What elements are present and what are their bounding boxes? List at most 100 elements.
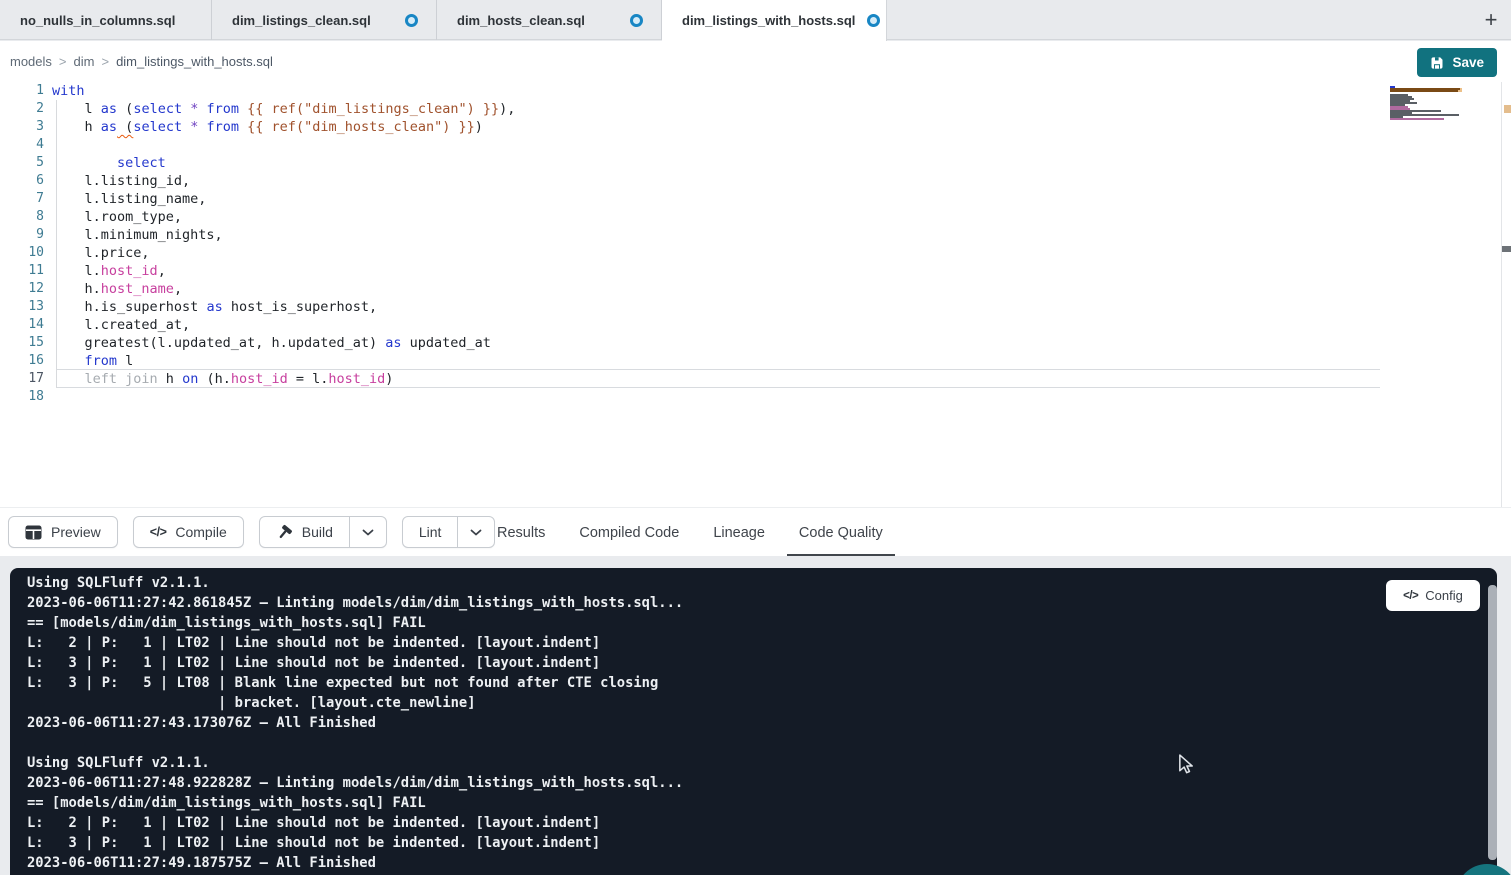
minimap-line	[1390, 120, 1462, 122]
code-line[interactable]: 2 l as (select * from {{ ref("dim_listin…	[0, 100, 1511, 118]
code-editor[interactable]: 1with2 l as (select * from {{ ref("dim_l…	[0, 82, 1511, 507]
gutter-line-number: 8	[0, 208, 44, 226]
gutter-line-number: 16	[0, 352, 44, 370]
breadcrumb-item-dim[interactable]: dim	[74, 54, 95, 69]
editor-scrollbar-track[interactable]	[1501, 82, 1511, 556]
code-text: l.minimum_nights,	[44, 226, 223, 244]
code-line[interactable]: 7 l.listing_name,	[0, 190, 1511, 208]
code-text	[44, 136, 52, 154]
code-line[interactable]: 13 h.is_superhost as host_is_superhost,	[0, 298, 1511, 316]
save-button-label: Save	[1452, 55, 1484, 70]
chevron-down-icon	[470, 529, 482, 536]
tab-results[interactable]: Results	[497, 508, 545, 557]
code-line[interactable]: 18	[0, 388, 1511, 406]
code-line[interactable]: 5 select	[0, 154, 1511, 172]
code-text: h as (select * from {{ ref("dim_hosts_cl…	[44, 118, 483, 136]
save-button[interactable]: Save	[1417, 48, 1497, 77]
lint-split-button: Lint	[402, 516, 496, 548]
tab-no-nulls-in-columns[interactable]: no_nulls_in_columns.sql	[0, 0, 212, 40]
build-split-button: Build	[259, 516, 387, 548]
save-icon	[1430, 56, 1444, 70]
breadcrumb-item-models[interactable]: models	[10, 54, 52, 69]
code-line[interactable]: 17 left join h on (h.host_id = l.host_id…	[0, 370, 1511, 388]
code-line[interactable]: 10 l.price,	[0, 244, 1511, 262]
code-text: with	[44, 82, 85, 100]
new-tab-button[interactable]: +	[1477, 6, 1505, 34]
compile-label: Compile	[175, 524, 226, 540]
config-button[interactable]: </> Config	[1386, 580, 1480, 611]
gutter-line-number: 5	[0, 154, 44, 172]
code-line[interactable]: 1with	[0, 82, 1511, 100]
tab-dim-listings-with-hosts[interactable]: dim_listings_with_hosts.sql	[662, 0, 887, 41]
code-line[interactable]: 12 h.host_name,	[0, 280, 1511, 298]
code-line[interactable]: 16 from l	[0, 352, 1511, 370]
preview-label: Preview	[51, 524, 101, 540]
editor-scrollbar-thumb[interactable]	[1502, 246, 1511, 252]
gutter-line-number: 7	[0, 190, 44, 208]
code-text: l.host_id,	[44, 262, 166, 280]
minimap[interactable]	[1390, 86, 1462, 122]
code-text: left join h on (h.host_id = l.host_id)	[44, 370, 393, 388]
breadcrumb-separator: >	[59, 54, 67, 69]
breadcrumb-item-file: dim_listings_with_hosts.sql	[116, 54, 273, 69]
lint-button[interactable]: Lint	[403, 517, 458, 547]
modified-dot-icon	[405, 14, 418, 27]
terminal-scrollbar-thumb[interactable]	[1488, 585, 1497, 860]
gutter-line-number: 11	[0, 262, 44, 280]
gutter-line-number: 15	[0, 334, 44, 352]
code-line[interactable]: 8 l.room_type,	[0, 208, 1511, 226]
gutter-line-number: 3	[0, 118, 44, 136]
build-label: Build	[302, 524, 333, 540]
tab-label: dim_hosts_clean.sql	[457, 13, 585, 28]
build-button[interactable]: Build	[260, 517, 349, 547]
gutter-line-number: 17	[0, 370, 44, 388]
gutter-line-number: 9	[0, 226, 44, 244]
gutter-line-number: 1	[0, 82, 44, 100]
code-text: from l	[44, 352, 133, 370]
gutter-line-number: 2	[0, 100, 44, 118]
tab-bar: no_nulls_in_columns.sql dim_listings_cle…	[0, 0, 1511, 40]
code-line[interactable]: 11 l.host_id,	[0, 262, 1511, 280]
panel-tabs: Results Compiled Code Lineage Code Quali…	[497, 508, 883, 557]
config-label: Config	[1425, 588, 1463, 603]
code-line[interactable]: 6 l.listing_id,	[0, 172, 1511, 190]
modified-dot-icon	[867, 14, 880, 27]
build-dropdown-button[interactable]	[349, 517, 386, 547]
code-icon: </>	[1403, 590, 1418, 602]
preview-button[interactable]: Preview	[8, 516, 118, 548]
code-text: select	[44, 154, 166, 172]
bottom-region: Using SQLFluff v2.1.1. 2023-06-06T11:27:…	[0, 556, 1511, 875]
tab-lineage[interactable]: Lineage	[713, 508, 765, 557]
code-line[interactable]: 15 greatest(l.updated_at, h.updated_at) …	[0, 334, 1511, 352]
code-text: l.price,	[44, 244, 150, 262]
gutter-line-number: 12	[0, 280, 44, 298]
lint-dropdown-button[interactable]	[457, 517, 494, 547]
code-line[interactable]: 9 l.minimum_nights,	[0, 226, 1511, 244]
code-text: l.room_type,	[44, 208, 182, 226]
tab-label: dim_listings_clean.sql	[232, 13, 371, 28]
tab-dim-listings-clean[interactable]: dim_listings_clean.sql	[212, 0, 437, 40]
breadcrumb-separator: >	[101, 54, 109, 69]
code-line[interactable]: 4	[0, 136, 1511, 154]
code-text: l as (select * from {{ ref("dim_listings…	[44, 100, 515, 118]
gutter-line-number: 18	[0, 388, 44, 406]
action-buttons: Preview </> Compile Build	[8, 516, 495, 548]
code-text: l.created_at,	[44, 316, 190, 334]
tab-code-quality[interactable]: Code Quality	[787, 508, 895, 557]
terminal-panel: Using SQLFluff v2.1.1. 2023-06-06T11:27:…	[10, 568, 1497, 875]
code-line[interactable]: 14 l.created_at,	[0, 316, 1511, 334]
breadcrumb: models > dim > dim_listings_with_hosts.s…	[10, 41, 273, 82]
compile-button[interactable]: </> Compile	[133, 516, 244, 548]
tab-label: no_nulls_in_columns.sql	[20, 13, 175, 28]
code-text	[44, 388, 52, 406]
code-line[interactable]: 3 h as (select * from {{ ref("dim_hosts_…	[0, 118, 1511, 136]
code-text: l.listing_name,	[44, 190, 206, 208]
code-lines: 1with2 l as (select * from {{ ref("dim_l…	[0, 82, 1511, 406]
gutter-line-number: 14	[0, 316, 44, 334]
scroll-warning-marker	[1504, 105, 1511, 113]
tab-dim-hosts-clean[interactable]: dim_hosts_clean.sql	[437, 0, 662, 40]
lint-label: Lint	[419, 524, 442, 540]
tab-compiled-code[interactable]: Compiled Code	[579, 508, 679, 557]
gutter-line-number: 6	[0, 172, 44, 190]
chevron-down-icon	[362, 529, 374, 536]
